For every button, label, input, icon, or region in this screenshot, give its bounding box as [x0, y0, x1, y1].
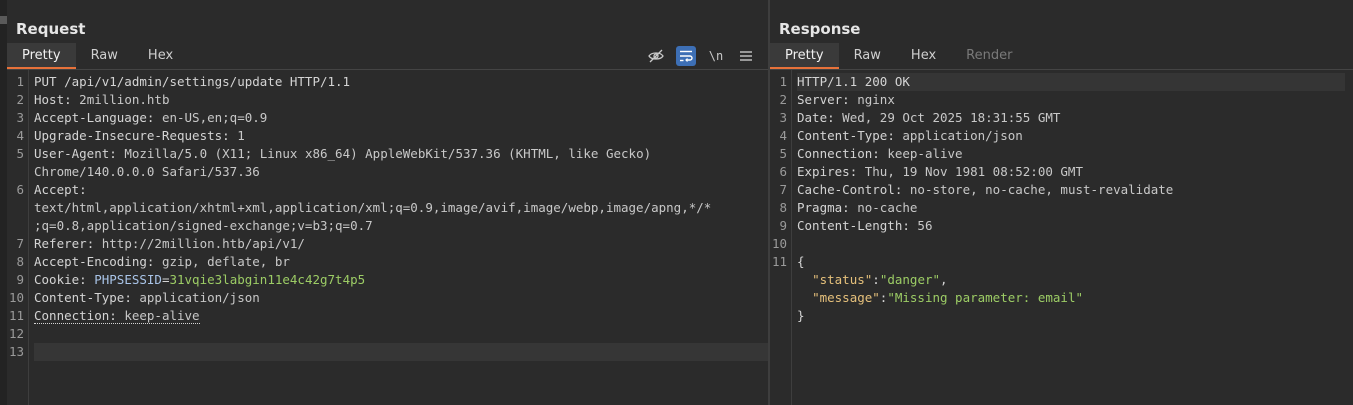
request-line: 5 User-Agent: Mozilla/5.0 (X11; Linux x86…	[16, 146, 652, 161]
request-title: Request	[16, 20, 86, 38]
response-line: 5 Connection: keep-alive	[779, 146, 963, 161]
response-tabs: Pretty Raw Hex Render	[770, 43, 1027, 69]
response-line: 3 Date: Wed, 29 Oct 2025 18:31:55 GMT	[779, 110, 1061, 125]
scroll-nub[interactable]	[0, 16, 7, 24]
response-line: 6 Expires: Thu, 19 Nov 1981 08:52:00 GMT	[779, 164, 1083, 179]
hide-nonprintable-eye-off-icon[interactable]	[646, 46, 666, 66]
newline-toggle-icon[interactable]: \n	[706, 46, 726, 66]
response-line: 4 Content-Type: application/json	[779, 128, 1023, 143]
cookie-value: 31vqie3labgin11e4c42g7t4p5	[169, 272, 366, 287]
request-toolbar: \n	[646, 46, 756, 66]
json-key: "status"	[812, 272, 873, 287]
response-line: 8 Pragma: no-cache	[779, 200, 918, 215]
request-pane: Request Pretty Raw Hex \n 1 PUT /api/v1/a…	[7, 0, 768, 405]
request-line: 7 Referer: http://2million.htb/api/v1/	[16, 236, 305, 251]
left-edge-strip	[0, 0, 7, 405]
json-value: "Missing parameter: email"	[887, 290, 1083, 305]
request-line-cursor[interactable]: 13	[7, 343, 768, 361]
request-line: 10 Content-Type: application/json	[8, 290, 260, 305]
json-key: "message"	[812, 290, 880, 305]
response-line: 1 HTTP/1.1 200 OK	[770, 73, 1353, 91]
tab-render[interactable]: Render	[951, 43, 1027, 69]
response-line: 2 Server: nginx	[779, 92, 895, 107]
request-line-wrap: text/html,application/xhtml+xml,applicat…	[34, 200, 712, 215]
request-line: 11 Connection: keep-alive	[8, 308, 200, 324]
tab-pretty[interactable]: Pretty	[770, 43, 839, 69]
json-line-status: "status":"danger",	[812, 272, 948, 287]
request-line-wrap: ;q=0.8,application/signed-exchange;v=b3;…	[34, 218, 373, 233]
request-line: 8 Accept-Encoding: gzip, deflate, br	[16, 254, 290, 269]
json-line-close: }	[797, 308, 805, 323]
response-pane: Response Pretty Raw Hex Render 1 HTTP/1.1…	[770, 0, 1353, 405]
request-line: 6 Accept:	[16, 182, 87, 197]
response-line: 7 Cache-Control: no-store, no-cache, must…	[779, 182, 1174, 197]
request-line-cookie: 9 Cookie: PHPSESSID=31vqie3labgin11e4c42g…	[16, 272, 366, 287]
response-line: 9 Content-Length: 56	[779, 218, 933, 233]
menu-icon[interactable]	[736, 46, 756, 66]
json-line-message: "message":"Missing parameter: email"	[812, 290, 1083, 305]
request-line: 2 Host: 2million.htb	[16, 92, 170, 107]
response-line: 11{	[771, 254, 805, 269]
tab-raw[interactable]: Raw	[839, 43, 896, 69]
request-line: 4 Upgrade-Insecure-Requests: 1	[16, 128, 245, 143]
cookie-name: PHPSESSID	[94, 272, 162, 287]
response-title: Response	[779, 20, 861, 38]
response-editor[interactable]: 1 HTTP/1.1 200 OK 2 Server: nginx 3 Date: W…	[770, 70, 1353, 405]
tab-hex[interactable]: Hex	[896, 43, 951, 69]
response-line: 10	[771, 236, 787, 251]
request-line: 1 PUT /api/v1/admin/settings/update HTTP/…	[16, 74, 351, 89]
request-line: 12	[8, 326, 24, 341]
request-line-wrap: Chrome/140.0.0.0 Safari/537.36	[34, 164, 260, 179]
tab-hex[interactable]: Hex	[133, 43, 188, 69]
tab-pretty[interactable]: Pretty	[7, 43, 76, 69]
json-value: "danger"	[879, 272, 941, 287]
word-wrap-icon[interactable]	[676, 46, 696, 66]
request-editor[interactable]: 1 PUT /api/v1/admin/settings/update HTTP/…	[7, 70, 768, 405]
request-line: 3 Accept-Language: en-US,en;q=0.9	[16, 110, 268, 125]
request-tabs: Pretty Raw Hex	[7, 43, 188, 69]
tab-raw[interactable]: Raw	[76, 43, 133, 69]
